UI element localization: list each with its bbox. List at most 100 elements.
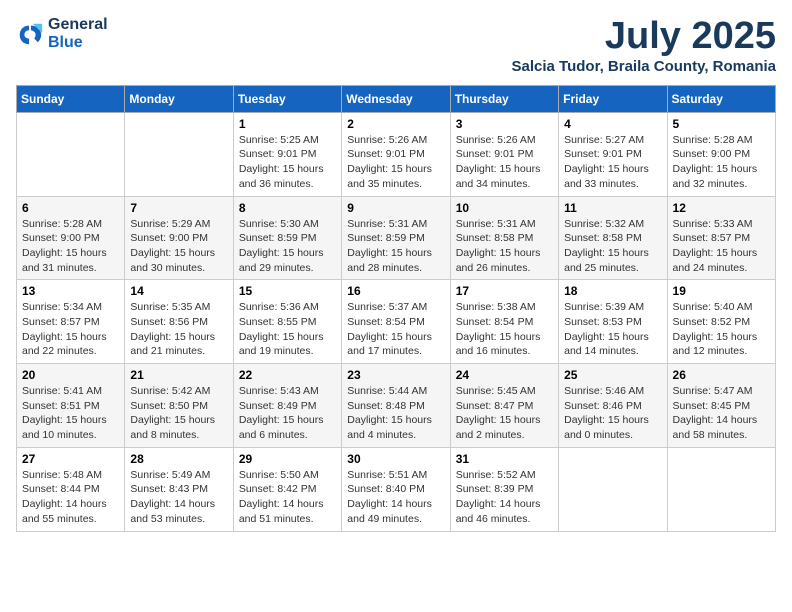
table-row: 5 Sunrise: 5:28 AMSunset: 9:00 PMDaylight…: [667, 112, 775, 196]
day-info: Sunrise: 5:52 AMSunset: 8:39 PMDaylight:…: [456, 468, 553, 527]
table-row: [17, 112, 125, 196]
header-sunday: Sunday: [17, 85, 125, 112]
day-info: Sunrise: 5:28 AMSunset: 9:00 PMDaylight:…: [673, 133, 770, 192]
day-info: Sunrise: 5:42 AMSunset: 8:50 PMDaylight:…: [130, 384, 227, 443]
day-info: Sunrise: 5:38 AMSunset: 8:54 PMDaylight:…: [456, 300, 553, 359]
day-number: 8: [239, 201, 336, 215]
day-info: Sunrise: 5:36 AMSunset: 8:55 PMDaylight:…: [239, 300, 336, 359]
day-number: 9: [347, 201, 444, 215]
day-info: Sunrise: 5:25 AMSunset: 9:01 PMDaylight:…: [239, 133, 336, 192]
calendar-header-row: Sunday Monday Tuesday Wednesday Thursday…: [17, 85, 776, 112]
calendar-week-row: 20 Sunrise: 5:41 AMSunset: 8:51 PMDayligh…: [17, 364, 776, 448]
logo: General Blue: [16, 16, 108, 51]
table-row: 25 Sunrise: 5:46 AMSunset: 8:46 PMDayligh…: [559, 364, 667, 448]
day-number: 14: [130, 284, 227, 298]
calendar-table: Sunday Monday Tuesday Wednesday Thursday…: [16, 85, 776, 532]
table-row: 21 Sunrise: 5:42 AMSunset: 8:50 PMDayligh…: [125, 364, 233, 448]
day-info: Sunrise: 5:49 AMSunset: 8:43 PMDaylight:…: [130, 468, 227, 527]
day-info: Sunrise: 5:39 AMSunset: 8:53 PMDaylight:…: [564, 300, 661, 359]
table-row: 29 Sunrise: 5:50 AMSunset: 8:42 PMDayligh…: [233, 447, 341, 531]
table-row: [125, 112, 233, 196]
day-number: 22: [239, 368, 336, 382]
day-number: 27: [22, 452, 119, 466]
day-number: 24: [456, 368, 553, 382]
day-number: 17: [456, 284, 553, 298]
table-row: 27 Sunrise: 5:48 AMSunset: 8:44 PMDayligh…: [17, 447, 125, 531]
day-info: Sunrise: 5:51 AMSunset: 8:40 PMDaylight:…: [347, 468, 444, 527]
table-row: 30 Sunrise: 5:51 AMSunset: 8:40 PMDayligh…: [342, 447, 450, 531]
day-info: Sunrise: 5:31 AMSunset: 8:59 PMDaylight:…: [347, 217, 444, 276]
header-thursday: Thursday: [450, 85, 558, 112]
day-info: Sunrise: 5:31 AMSunset: 8:58 PMDaylight:…: [456, 217, 553, 276]
day-number: 1: [239, 117, 336, 131]
header-friday: Friday: [559, 85, 667, 112]
day-info: Sunrise: 5:26 AMSunset: 9:01 PMDaylight:…: [347, 133, 444, 192]
day-number: 20: [22, 368, 119, 382]
day-info: Sunrise: 5:50 AMSunset: 8:42 PMDaylight:…: [239, 468, 336, 527]
table-row: 28Sunrise: 5:49 AMSunset: 8:43 PMDayligh…: [125, 447, 233, 531]
table-row: [559, 447, 667, 531]
day-number: 5: [673, 117, 770, 131]
table-row: [667, 447, 775, 531]
day-info: Sunrise: 5:46 AMSunset: 8:46 PMDaylight:…: [564, 384, 661, 443]
table-row: 9 Sunrise: 5:31 AMSunset: 8:59 PMDaylight…: [342, 196, 450, 280]
table-row: 31 Sunrise: 5:52 AMSunset: 8:39 PMDayligh…: [450, 447, 558, 531]
header-tuesday: Tuesday: [233, 85, 341, 112]
calendar-week-row: 6 Sunrise: 5:28 AMSunset: 9:00 PMDaylight…: [17, 196, 776, 280]
day-info: Sunrise: 5:28 AMSunset: 9:00 PMDaylight:…: [22, 217, 119, 276]
day-number: 3: [456, 117, 553, 131]
day-number: 18: [564, 284, 661, 298]
day-info: Sunrise: 5:26 AMSunset: 9:01 PMDaylight:…: [456, 133, 553, 192]
day-number: 6: [22, 201, 119, 215]
table-row: 12 Sunrise: 5:33 AMSunset: 8:57 PMDayligh…: [667, 196, 775, 280]
calendar-week-row: 27 Sunrise: 5:48 AMSunset: 8:44 PMDayligh…: [17, 447, 776, 531]
day-number: 2: [347, 117, 444, 131]
day-number: 19: [673, 284, 770, 298]
day-number: 29: [239, 452, 336, 466]
day-info: Sunrise: 5:34 AMSunset: 8:57 PMDaylight:…: [22, 300, 119, 359]
day-number: 30: [347, 452, 444, 466]
day-info: Sunrise: 5:44 AMSunset: 8:48 PMDaylight:…: [347, 384, 444, 443]
table-row: 24 Sunrise: 5:45 AMSunset: 8:47 PMDayligh…: [450, 364, 558, 448]
calendar-week-row: 13Sunrise: 5:34 AMSunset: 8:57 PMDayligh…: [17, 280, 776, 364]
day-number: 16: [347, 284, 444, 298]
table-row: 23 Sunrise: 5:44 AMSunset: 8:48 PMDayligh…: [342, 364, 450, 448]
day-number: 25: [564, 368, 661, 382]
table-row: 7Sunrise: 5:29 AMSunset: 9:00 PMDaylight…: [125, 196, 233, 280]
table-row: 20 Sunrise: 5:41 AMSunset: 8:51 PMDayligh…: [17, 364, 125, 448]
day-number: 23: [347, 368, 444, 382]
day-info: Sunrise: 5:32 AMSunset: 8:58 PMDaylight:…: [564, 217, 661, 276]
table-row: 14 Sunrise: 5:35 AMSunset: 8:56 PMDayligh…: [125, 280, 233, 364]
day-info: Sunrise: 5:43 AMSunset: 8:49 PMDaylight:…: [239, 384, 336, 443]
month-title: July 2025: [512, 16, 777, 58]
day-number: 15: [239, 284, 336, 298]
day-number: 21: [130, 368, 227, 382]
day-info: Sunrise: 5:35 AMSunset: 8:56 PMDaylight:…: [130, 300, 227, 359]
header-saturday: Saturday: [667, 85, 775, 112]
table-row: 13Sunrise: 5:34 AMSunset: 8:57 PMDayligh…: [17, 280, 125, 364]
table-row: 6 Sunrise: 5:28 AMSunset: 9:00 PMDaylight…: [17, 196, 125, 280]
logo-text: General Blue: [48, 16, 108, 51]
table-row: 3 Sunrise: 5:26 AMSunset: 9:01 PMDaylight…: [450, 112, 558, 196]
day-number: 7: [130, 201, 227, 215]
day-number: 31: [456, 452, 553, 466]
table-row: 11 Sunrise: 5:32 AMSunset: 8:58 PMDayligh…: [559, 196, 667, 280]
day-number: 12: [673, 201, 770, 215]
header-monday: Monday: [125, 85, 233, 112]
day-number: 26: [673, 368, 770, 382]
day-info: Sunrise: 5:45 AMSunset: 8:47 PMDaylight:…: [456, 384, 553, 443]
table-row: 17 Sunrise: 5:38 AMSunset: 8:54 PMDayligh…: [450, 280, 558, 364]
day-info: Sunrise: 5:27 AMSunset: 9:01 PMDaylight:…: [564, 133, 661, 192]
table-row: 16Sunrise: 5:37 AMSunset: 8:54 PMDayligh…: [342, 280, 450, 364]
day-number: 11: [564, 201, 661, 215]
calendar-week-row: 1 Sunrise: 5:25 AMSunset: 9:01 PMDaylight…: [17, 112, 776, 196]
logo-icon: [16, 20, 44, 48]
table-row: 2 Sunrise: 5:26 AMSunset: 9:01 PMDaylight…: [342, 112, 450, 196]
day-info: Sunrise: 5:41 AMSunset: 8:51 PMDaylight:…: [22, 384, 119, 443]
day-info: Sunrise: 5:33 AMSunset: 8:57 PMDaylight:…: [673, 217, 770, 276]
table-row: 26Sunrise: 5:47 AMSunset: 8:45 PMDayligh…: [667, 364, 775, 448]
table-row: 19 Sunrise: 5:40 AMSunset: 8:52 PMDayligh…: [667, 280, 775, 364]
day-info: Sunrise: 5:48 AMSunset: 8:44 PMDaylight:…: [22, 468, 119, 527]
day-info: Sunrise: 5:40 AMSunset: 8:52 PMDaylight:…: [673, 300, 770, 359]
day-number: 4: [564, 117, 661, 131]
